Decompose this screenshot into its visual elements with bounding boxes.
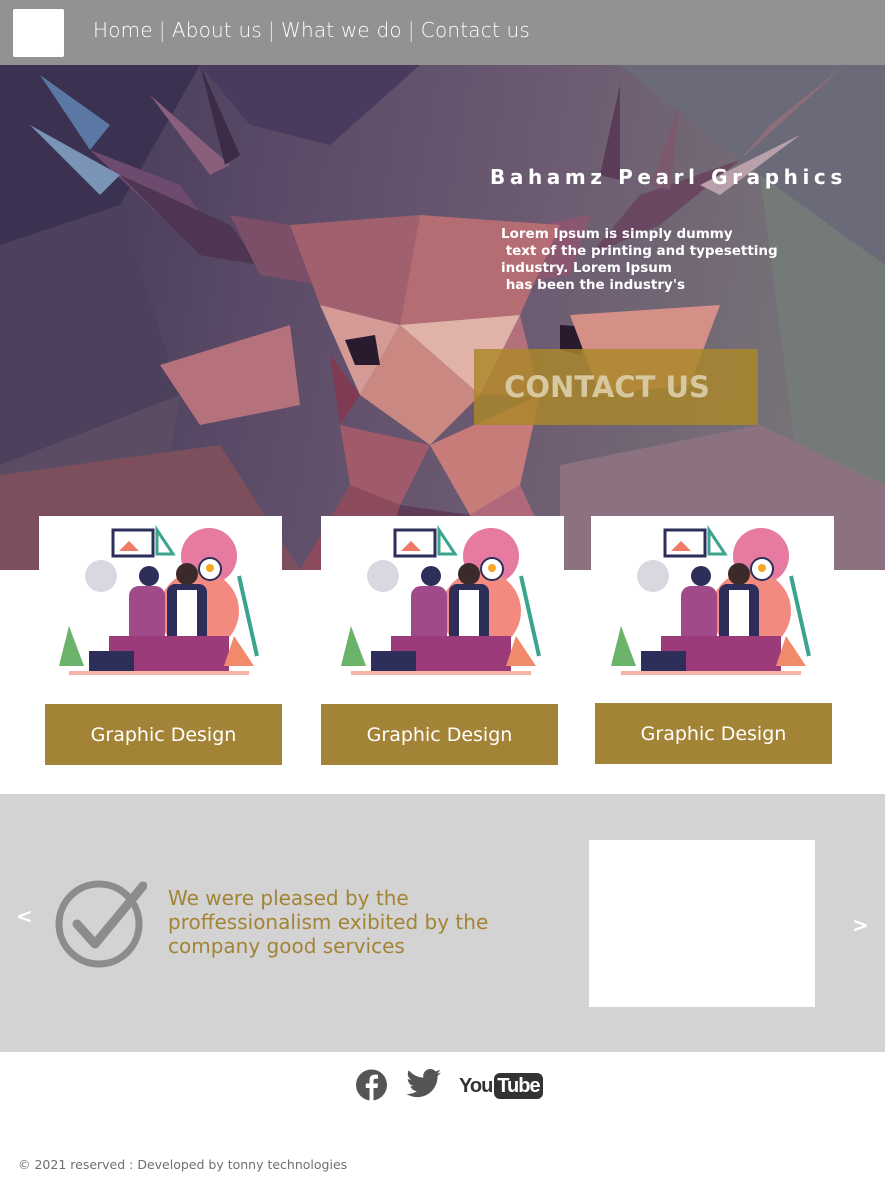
twitter-icon[interactable] (405, 1066, 443, 1102)
carousel-next-button[interactable]: > (852, 913, 869, 937)
logo[interactable] (13, 9, 64, 57)
hero-description: Lorem Ipsum is simply dummy text of the … (501, 226, 778, 293)
nav-separator: | (407, 18, 415, 42)
card-image (591, 516, 834, 683)
youtube-tube-text: Tube (494, 1073, 543, 1099)
nav-separator: | (158, 18, 166, 42)
card-image (39, 516, 282, 683)
hero-title: Bahamz Pearl Graphics (490, 165, 847, 189)
youtube-you-text: You (459, 1074, 493, 1097)
nav-what-we-do-link[interactable]: What we do (281, 18, 402, 42)
nav-contact-link[interactable]: Contact us (421, 18, 530, 42)
testimonial-image-placeholder (589, 840, 815, 1007)
youtube-icon[interactable]: You Tube (459, 1071, 543, 1101)
graphic-design-illustration (59, 525, 259, 675)
main-menu: Home | About us | What we do | Contact u… (93, 18, 530, 42)
deer-artwork (0, 65, 885, 570)
copyright-text: © 2021 reserved : Developed by tonny tec… (18, 1157, 348, 1172)
graphic-design-button[interactable]: Graphic Design (595, 703, 832, 764)
nav-home-link[interactable]: Home (93, 18, 153, 42)
contact-us-button[interactable]: CONTACT US (474, 349, 758, 425)
card-image (321, 516, 564, 683)
hero-banner: Bahamz Pearl Graphics Lorem Ipsum is sim… (0, 65, 885, 570)
facebook-icon[interactable] (355, 1066, 388, 1102)
nav-separator: | (268, 18, 275, 42)
testimonial-section: < We were pleased by the proffessionalis… (0, 794, 885, 1052)
nav-about-link[interactable]: About us (172, 18, 262, 42)
top-nav: Home | About us | What we do | Contact u… (0, 0, 885, 65)
graphic-design-illustration (341, 525, 541, 675)
checkmark-icon (55, 880, 147, 968)
graphic-design-illustration (611, 525, 811, 675)
carousel-prev-button[interactable]: < (16, 904, 33, 928)
graphic-design-button[interactable]: Graphic Design (45, 704, 282, 765)
graphic-design-button[interactable]: Graphic Design (321, 704, 558, 765)
testimonial-quote: We were pleased by the proffessionalism … (168, 886, 489, 958)
